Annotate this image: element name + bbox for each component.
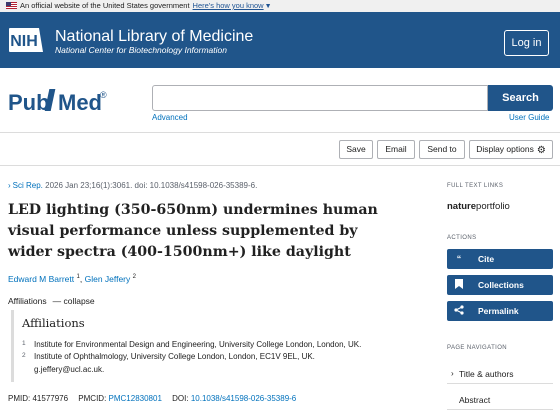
author-affiliation-num[interactable]: 1 — [77, 274, 80, 280]
chevron-down-icon[interactable]: ▼ — [265, 3, 272, 10]
search-button[interactable]: Search — [488, 85, 553, 111]
permalink-button[interactable]: Permalink — [447, 301, 553, 321]
collections-button[interactable]: Collections — [447, 275, 553, 295]
email-button[interactable]: Email — [377, 140, 415, 159]
journal-link[interactable]: Sci Rep. — [13, 181, 43, 190]
heres-how-link[interactable]: Here's how you know — [193, 1, 264, 10]
affiliations-toggle[interactable]: Affiliations — collapse — [8, 296, 95, 306]
gov-banner-text: An official website of the United States… — [20, 1, 190, 10]
affiliations-heading: Affiliations — [22, 316, 85, 330]
chevron-right-icon: › — [451, 369, 454, 378]
author-name[interactable]: Glen Jeffery — [85, 274, 131, 284]
author-name[interactable]: Edward M Barrett — [8, 274, 74, 284]
pubmed-logo-med: Med — [58, 90, 102, 115]
publisher-bold: nature — [447, 201, 477, 212]
publisher-rest: portfolio — [476, 201, 510, 212]
share-icon — [453, 301, 465, 321]
permalink-label: Permalink — [478, 306, 519, 316]
citation-details: 2026 Jan 23;16(1):3061. doi: 10.1038/s41… — [45, 181, 258, 190]
affiliation-item: 1 Institute for Environmental Design and … — [22, 340, 361, 349]
pmid-label: PMID: — [8, 394, 31, 403]
user-guide-link[interactable]: User Guide — [509, 113, 549, 122]
us-flag-icon — [6, 2, 17, 9]
affiliation-text: Institute of Ophthalmology, University C… — [34, 352, 315, 361]
nav-item-title-authors[interactable]: › Title & authors — [447, 364, 553, 384]
display-options-label: Display options — [476, 144, 534, 154]
pmcid-link[interactable]: PMC12830801 — [109, 394, 162, 403]
header-divider — [0, 132, 560, 133]
collapse-icon: — — [52, 296, 62, 306]
nav-item-label: Title & authors — [459, 369, 514, 379]
actions-heading: ACTIONS — [447, 235, 477, 241]
nih-logo[interactable]: NIH — [9, 28, 49, 52]
collapse-label: collapse — [63, 296, 95, 306]
login-button[interactable]: Log in — [504, 30, 549, 56]
pubmed-logo-pub: Pub — [8, 90, 50, 115]
affiliation-email: g.jeffery@ucl.ac.uk. — [34, 365, 105, 374]
gear-icon: ⚙ — [536, 145, 546, 156]
collections-label: Collections — [478, 280, 524, 290]
doi-link[interactable]: 10.1038/s41598-026-35389-6 — [191, 394, 296, 403]
nih-logo-text: NIH — [10, 33, 38, 50]
display-options-button[interactable]: Display options ⚙ — [469, 140, 553, 159]
pmcid-label: PMCID: — [78, 394, 107, 403]
full-text-links-heading: FULL TEXT LINKS — [447, 183, 504, 189]
nature-portfolio-link[interactable]: natureportfolio — [447, 201, 510, 212]
gov-banner: An official website of the United States… — [0, 0, 560, 12]
author-affiliation-num[interactable]: 2 — [133, 274, 136, 280]
toolbar-divider — [0, 165, 560, 166]
advanced-search-link[interactable]: Advanced — [152, 113, 188, 122]
author-list: Edward M Barrett 1, Glen Jeffery 2 — [8, 274, 136, 284]
quote-icon: “ — [456, 254, 462, 264]
nlm-title[interactable]: National Library of Medicine — [55, 28, 253, 45]
pmid-value: 41577976 — [32, 394, 69, 403]
affiliations-panel: Affiliations 1 Institute for Environmenta… — [11, 310, 411, 382]
affiliations-label: Affiliations — [8, 296, 47, 306]
bookmark-icon — [453, 275, 465, 295]
nlm-subtitle: National Center for Biotechnology Inform… — [55, 45, 227, 55]
cite-button[interactable]: “ Cite — [447, 249, 553, 269]
pubmed-logo-reg: ® — [100, 90, 107, 100]
doi-label: DOI: — [172, 394, 189, 403]
chevron-right-icon: › — [8, 181, 11, 190]
search-input[interactable] — [152, 85, 488, 111]
nav-item-label: Abstract — [459, 395, 491, 405]
save-button[interactable]: Save — [339, 140, 373, 159]
affiliation-num: 2 — [22, 352, 26, 359]
pubmed-logo[interactable]: Pub Med ® — [8, 86, 112, 120]
affiliation-item: 2 Institute of Ophthalmology, University … — [22, 352, 315, 361]
send-to-button[interactable]: Send to — [419, 140, 465, 159]
affiliation-num: 1 — [22, 340, 26, 347]
citation-line: › Sci Rep. 2026 Jan 23;16(1):3061. doi: 1… — [8, 181, 257, 190]
cite-label: Cite — [478, 254, 495, 264]
affiliation-text: Institute for Environmental Design and E… — [34, 340, 362, 349]
nav-item-abstract[interactable]: Abstract — [447, 390, 553, 410]
page-navigation-heading: PAGE NAVIGATION — [447, 345, 508, 351]
article-title: LED lighting (350-650nm) undermines huma… — [8, 202, 378, 260]
article-identifiers: PMID: 41577976 PMCID: PMC12830801 DOI: 1… — [8, 394, 296, 403]
nlm-header: NIH National Library of Medicine Nationa… — [0, 12, 560, 68]
